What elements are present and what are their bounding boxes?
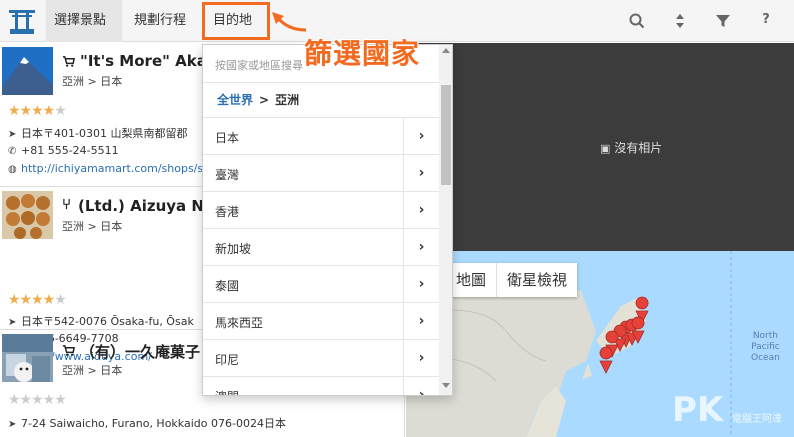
item-breadcrumb: 亞洲 > 日本 (62, 220, 123, 233)
no-photo-text: 沒有相片 (614, 141, 663, 155)
location-arrow-icon: ➤ (8, 317, 17, 328)
country-item-indonesia[interactable]: 印尼 › (203, 340, 439, 377)
logo-icon[interactable] (6, 5, 38, 37)
phone-icon: ✆ (8, 146, 17, 157)
chevron-right-icon[interactable]: › (403, 303, 439, 339)
rating-stars: ★★★★★ (8, 103, 67, 119)
dropdown-scrollbar[interactable] (439, 45, 452, 395)
chevron-right-icon[interactable]: › (403, 155, 439, 191)
phone-line: ✆ +81 555-24-5511 (8, 144, 119, 157)
divider (203, 82, 439, 83)
restaurant-icon: ⑂ (62, 195, 72, 213)
item-title[interactable]: "It's More" Akas (80, 52, 216, 70)
thumbnail-image (2, 334, 53, 382)
breadcrumb-current: 亞洲 (275, 93, 300, 107)
address-line: ➤ 日本〒542-0076 Ōsaka-fu, Ōsak (8, 313, 194, 329)
address-line: ➤ 日本〒401-0301 山梨県南都留郡 (8, 125, 187, 141)
map-button[interactable]: 地圖 (446, 263, 496, 297)
tab-plan-itinerary[interactable]: 規劃行程 (126, 0, 196, 42)
country-label: 馬來西亞 (215, 316, 264, 330)
address-text: 7-24 Saiwaicho, Furano, Hokkaido 076-002… (21, 417, 286, 430)
address-text: 日本〒542-0076 Ōsaka-fu, Ōsak (21, 315, 194, 328)
image-icon: ▣ (600, 142, 611, 155)
url-link[interactable]: http://ichiyamamart.com/shops/sh (21, 162, 210, 175)
country-item-taiwan[interactable]: 臺灣 › (203, 155, 439, 192)
tab-destination[interactable]: 目的地 (202, 2, 270, 55)
location-arrow-icon: ➤ (8, 419, 17, 430)
scroll-down-icon[interactable] (442, 383, 450, 388)
satellite-button[interactable]: 衛星檢視 (496, 263, 577, 297)
map-marker-icon (599, 346, 613, 374)
scroll-thumb[interactable] (441, 85, 451, 185)
country-label: 新加坡 (215, 242, 252, 256)
country-item-singapore[interactable]: 新加坡 › (203, 229, 439, 266)
country-label: 印尼 (215, 353, 240, 367)
item-title[interactable]: （有）一久庵菓子 (80, 341, 200, 362)
rating-stars: ★★★★★ (8, 392, 67, 408)
address-text: 日本〒401-0301 山梨県南都留郡 (21, 127, 188, 140)
country-label: 泰國 (215, 279, 240, 293)
ocean-label: North Pacific Ocean (751, 331, 780, 363)
annotation-callout: 篩選國家 (304, 37, 421, 70)
watermark-logo: PK (672, 390, 724, 430)
cart-icon (62, 345, 75, 356)
chevron-right-icon[interactable]: › (403, 266, 439, 302)
chevron-right-icon[interactable]: › (403, 192, 439, 228)
country-label: 香港 (215, 205, 240, 219)
country-item-macau[interactable]: 澳門 › (203, 377, 439, 395)
globe-icon: ◍ (8, 164, 17, 175)
filter-icon[interactable] (714, 12, 732, 30)
phone-text: +81 555-24-5511 (21, 144, 119, 157)
cart-icon (62, 56, 75, 67)
thumbnail-image (2, 191, 53, 239)
map-markers (599, 296, 649, 374)
map-type-toggle: 地圖 衛星檢視 (446, 263, 578, 297)
country-label: 澳門 (215, 388, 239, 395)
rating-stars: ★★★★★ (8, 292, 67, 308)
chevron-right-icon[interactable]: › (403, 118, 439, 154)
chevron-right-icon[interactable]: › (403, 340, 439, 376)
country-search-input[interactable]: 按國家或地區搜尋 (215, 57, 303, 73)
watermark-subtitle: 電腦王阿達 (732, 414, 782, 425)
location-arrow-icon: ➤ (8, 129, 17, 140)
help-icon[interactable]: ? (757, 12, 775, 30)
country-item-malaysia[interactable]: 馬來西亞 › (203, 303, 439, 340)
country-label: 臺灣 (215, 168, 240, 182)
no-photo-label: ▣ 沒有相片 (600, 139, 662, 156)
annotation-arrow-icon (272, 12, 307, 32)
tab-destination-label: 目的地 (213, 13, 253, 28)
breadcrumb-separator: > (259, 93, 270, 107)
tab-select-spots[interactable]: 選擇景點 (46, 0, 122, 42)
country-item-thailand[interactable]: 泰國 › (203, 266, 439, 303)
country-item-japan[interactable]: 日本 › (203, 118, 439, 155)
sort-icon[interactable] (671, 12, 689, 30)
thumbnail-image (2, 47, 53, 95)
url-line[interactable]: ◍ http://ichiyamamart.com/shops/sh (8, 162, 210, 175)
search-icon[interactable] (628, 12, 646, 30)
country-item-hongkong[interactable]: 香港 › (203, 192, 439, 229)
country-label: 日本 (215, 131, 240, 145)
address-line: ➤ 7-24 Saiwaicho, Furano, Hokkaido 076-00… (8, 415, 286, 431)
chevron-right-icon[interactable]: › (403, 377, 439, 395)
photo-panel: ▣ 沒有相片 (406, 43, 794, 251)
item-breadcrumb: 亞洲 > 日本 (62, 75, 123, 88)
destination-dropdown: 按國家或地區搜尋 全世界 > 亞洲 日本 › 臺灣 › 香港 › 新加坡 › 泰國 › 馬來西… (202, 44, 453, 396)
scroll-up-icon[interactable] (442, 48, 450, 53)
item-breadcrumb: 亞洲 > 日本 (62, 364, 123, 377)
chevron-right-icon[interactable]: › (403, 229, 439, 265)
breadcrumb-root-link[interactable]: 全世界 (217, 93, 253, 107)
item-title[interactable]: (Ltd.) Aizuya Na (78, 197, 214, 215)
region-breadcrumb: 全世界 > 亞洲 (217, 91, 299, 108)
